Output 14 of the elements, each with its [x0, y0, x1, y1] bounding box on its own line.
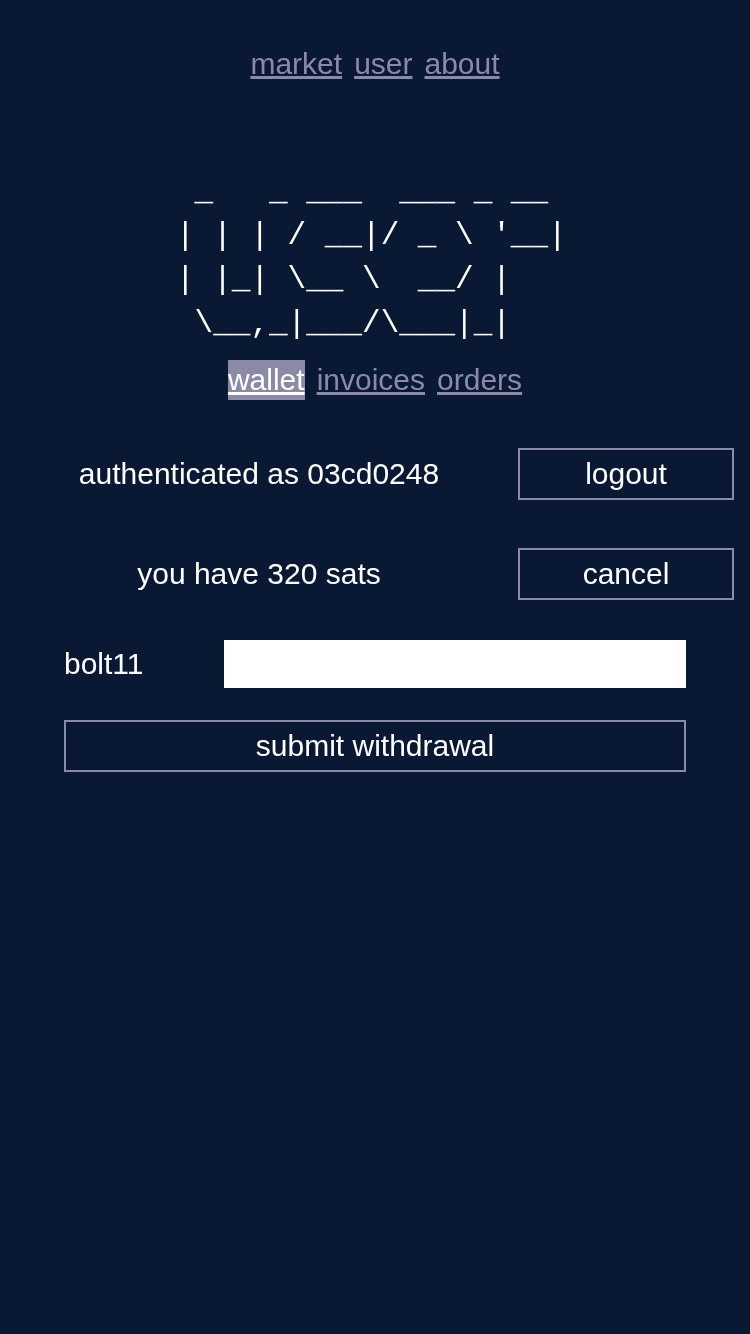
submit-button[interactable]: submit withdrawal	[64, 720, 686, 772]
action-button[interactable]: cancel	[518, 548, 734, 600]
status-text: you have 320 sats	[136, 557, 382, 591]
input-field[interactable]	[224, 640, 686, 688]
wallet-tab[interactable]: wallet	[227, 360, 305, 400]
status-text: authenticated as 03cd0248	[77, 457, 441, 491]
nav-link[interactable]: market	[250, 44, 343, 84]
ascii-logo: _ _ ___ ___ _ __ | | | / __|/ _ \ '__| | |_| \__ \ __/ | \__,_|___/\___|_|	[176, 173, 568, 343]
wallet-tab[interactable]: invoices	[316, 360, 425, 400]
nav-link[interactable]: user	[354, 44, 413, 84]
nav-link[interactable]: about	[424, 44, 500, 84]
action-button[interactable]: logout	[518, 448, 734, 500]
wallet-tab[interactable]: orders	[437, 360, 523, 400]
field-label: bolt11	[64, 647, 145, 681]
